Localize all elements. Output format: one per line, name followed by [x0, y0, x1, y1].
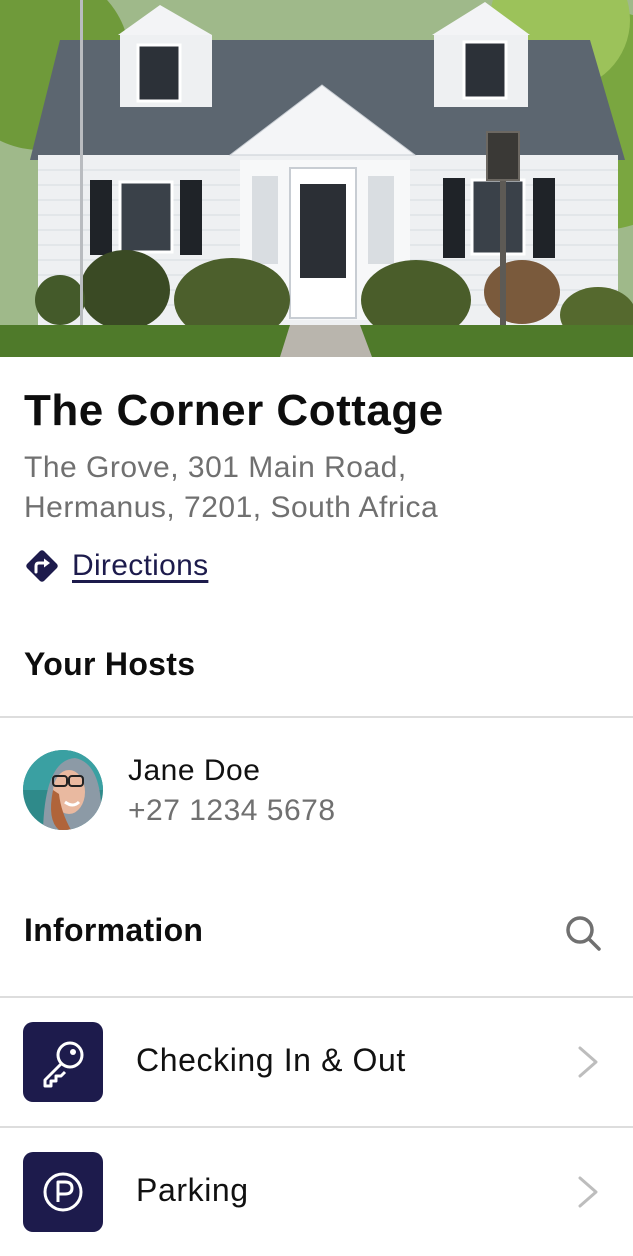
chevron-right-icon: [578, 1046, 598, 1078]
parking-icon: [23, 1152, 103, 1232]
directions-label: Directions: [72, 549, 209, 582]
host-name: Jane Doe: [128, 754, 261, 787]
hosts-divider: [0, 716, 633, 718]
host-card[interactable]: Jane Doe +27 1234 5678: [0, 750, 633, 834]
hosts-section-title: Your Hosts: [24, 646, 196, 682]
address-line-1: The Grove, 301 Main Road,: [24, 451, 407, 484]
search-icon[interactable]: [562, 912, 604, 954]
key-icon: [23, 1022, 103, 1102]
property-photo: [0, 0, 633, 357]
info-item-label: Parking: [136, 1172, 249, 1208]
property-address: The Grove, 301 Main Road, Hermanus, 7201…: [24, 448, 584, 528]
directions-icon: [26, 550, 58, 582]
directions-link[interactable]: Directions: [24, 544, 208, 588]
info-item-checking-in-out[interactable]: Checking In & Out: [0, 998, 633, 1126]
info-item-label: Checking In & Out: [136, 1042, 406, 1078]
property-name: The Corner Cottage: [24, 386, 444, 435]
host-phone[interactable]: +27 1234 5678: [128, 794, 336, 828]
address-line-2: Hermanus, 7201, South Africa: [24, 491, 439, 524]
info-item-parking[interactable]: Parking: [0, 1128, 633, 1256]
host-avatar: [23, 750, 103, 830]
information-section-title: Information: [24, 912, 204, 948]
